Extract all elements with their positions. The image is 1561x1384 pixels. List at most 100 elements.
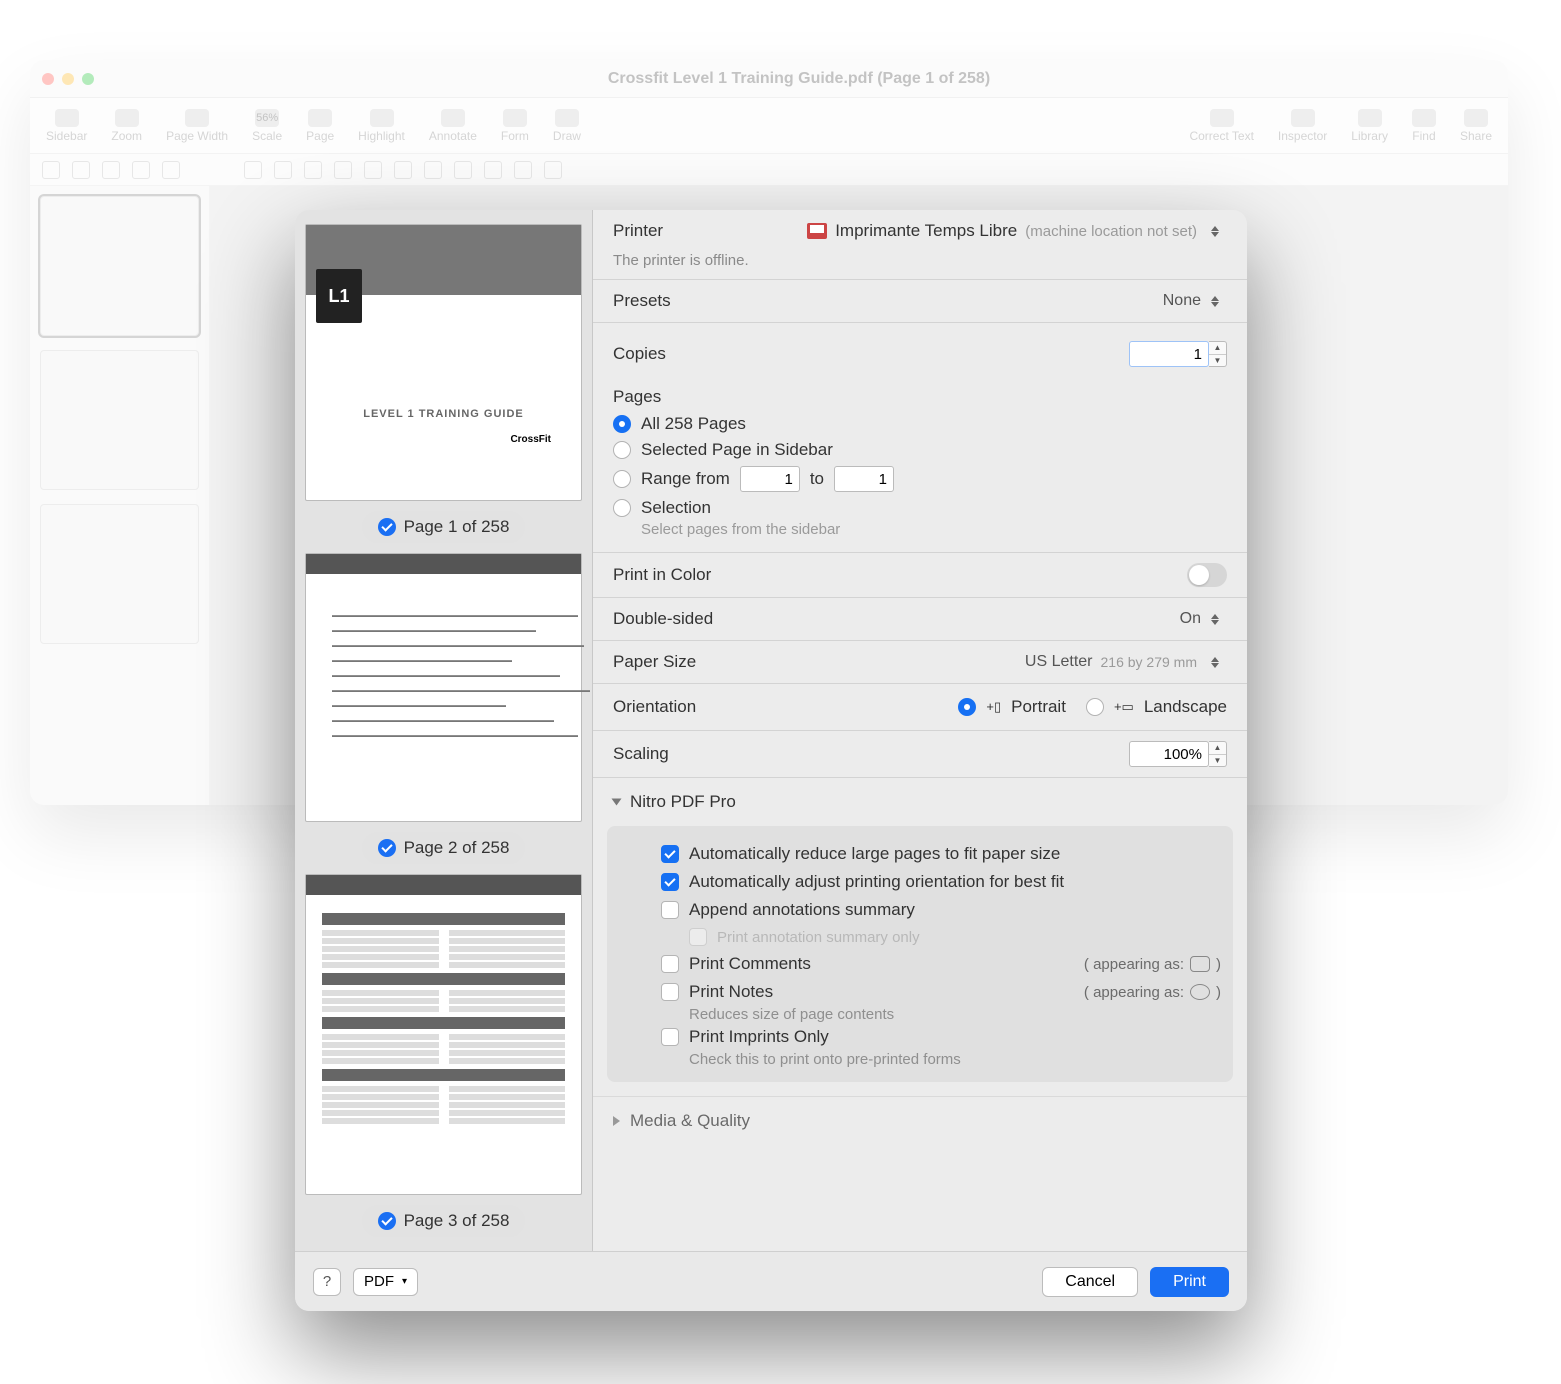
appearing-label: ( appearing as: bbox=[1084, 956, 1184, 973]
format-toolbar bbox=[30, 154, 1508, 186]
orientation-landscape[interactable]: +▭ Landscape bbox=[1086, 694, 1227, 720]
sidebar-thumb[interactable] bbox=[40, 504, 199, 644]
share-icon[interactable] bbox=[1464, 109, 1488, 127]
toolbar-label: Form bbox=[501, 129, 529, 143]
checkbox-icon bbox=[661, 955, 679, 973]
radio-icon bbox=[613, 470, 631, 488]
nitro-disclosure[interactable]: Nitro PDF Pro bbox=[593, 778, 1247, 826]
paper-size-selector[interactable]: US Letter 216 by 279 mm bbox=[1025, 651, 1227, 673]
pages-selected-sidebar-option[interactable]: Selected Page in Sidebar bbox=[613, 437, 1227, 463]
badge-label: Page 3 of 258 bbox=[404, 1211, 510, 1231]
comment-bubble-icon bbox=[1190, 956, 1210, 972]
opt-imprints-only[interactable]: Print Imprints Only bbox=[661, 1023, 1221, 1051]
sidebar-thumb[interactable] bbox=[40, 196, 199, 336]
doc-brand: CrossFit bbox=[510, 434, 551, 445]
page-width-icon[interactable] bbox=[185, 109, 209, 127]
tool-icon[interactable] bbox=[132, 161, 150, 179]
presets-value: None bbox=[1163, 292, 1201, 310]
printer-selector[interactable]: Imprimante Temps Libre (machine location… bbox=[807, 220, 1227, 242]
sidebar-thumb[interactable] bbox=[40, 350, 199, 490]
pages-all-option[interactable]: All 258 Pages bbox=[613, 411, 1227, 437]
preview-page[interactable]: L1 LEVEL 1 TRAINING GUIDE CrossFit bbox=[305, 224, 582, 501]
minimize-window-icon[interactable] bbox=[62, 73, 74, 85]
orientation-portrait[interactable]: +▯ Portrait bbox=[958, 694, 1066, 720]
pdf-dropdown-button[interactable]: PDF ▾ bbox=[353, 1268, 418, 1296]
page-icon[interactable] bbox=[308, 109, 332, 127]
copies-stepper[interactable]: ▲▼ bbox=[1209, 341, 1227, 367]
toolbar-label: Scale bbox=[252, 129, 282, 143]
print-color-toggle[interactable] bbox=[1187, 563, 1227, 587]
inspector-icon[interactable] bbox=[1291, 109, 1315, 127]
zoom-window-icon[interactable] bbox=[82, 73, 94, 85]
tool-icon[interactable] bbox=[42, 161, 60, 179]
sidebar-toggle-icon[interactable] bbox=[55, 109, 79, 127]
copies-input[interactable] bbox=[1129, 341, 1209, 367]
range-to-input[interactable] bbox=[834, 466, 894, 492]
tool-icon[interactable] bbox=[72, 161, 90, 179]
form-icon[interactable] bbox=[503, 109, 527, 127]
zoom-icon[interactable] bbox=[115, 109, 139, 127]
pages-selection-option[interactable]: Selection bbox=[613, 495, 1227, 521]
opt-print-comments[interactable]: Print Comments ( appearing as:) bbox=[661, 950, 1221, 978]
opt-print-notes[interactable]: Print Notes ( appearing as:) bbox=[661, 978, 1221, 1006]
fill-icon[interactable] bbox=[514, 161, 532, 179]
radio-icon bbox=[1086, 698, 1104, 716]
chevron-updown-icon bbox=[1211, 651, 1227, 673]
italic-icon[interactable] bbox=[274, 161, 292, 179]
print-button[interactable]: Print bbox=[1150, 1267, 1229, 1297]
annotate-icon[interactable] bbox=[441, 109, 465, 127]
color-icon[interactable] bbox=[484, 161, 502, 179]
range-from-input[interactable] bbox=[740, 466, 800, 492]
check-icon bbox=[378, 839, 396, 857]
underline-icon[interactable] bbox=[304, 161, 322, 179]
stroke-icon[interactable] bbox=[544, 161, 562, 179]
chevron-updown-icon bbox=[1211, 290, 1227, 312]
toolbar-label: Library bbox=[1351, 129, 1388, 143]
find-icon[interactable] bbox=[1412, 109, 1436, 127]
imprints-hint: Check this to print onto pre-printed for… bbox=[689, 1051, 1221, 1068]
toolbar-label: Zoom bbox=[111, 129, 142, 143]
opt-auto-orient[interactable]: Automatically adjust printing orientatio… bbox=[661, 868, 1221, 896]
print-preview-column: L1 LEVEL 1 TRAINING GUIDE CrossFit Page … bbox=[295, 210, 593, 1251]
highlight-icon[interactable] bbox=[370, 109, 394, 127]
scaling-input[interactable] bbox=[1129, 741, 1209, 767]
media-quality-disclosure[interactable]: Media & Quality bbox=[593, 1096, 1247, 1145]
toolbar-label: Draw bbox=[553, 129, 581, 143]
tool-icon[interactable] bbox=[162, 161, 180, 179]
presets-selector[interactable]: None bbox=[1163, 290, 1227, 312]
opt-auto-reduce[interactable]: Automatically reduce large pages to fit … bbox=[661, 840, 1221, 868]
scale-value[interactable]: 56% bbox=[255, 109, 279, 127]
radio-icon bbox=[613, 499, 631, 517]
option-label: All 258 Pages bbox=[641, 414, 746, 434]
cancel-button[interactable]: Cancel bbox=[1042, 1267, 1138, 1297]
preview-page-badge: Page 2 of 258 bbox=[362, 832, 526, 864]
option-label: Portrait bbox=[1011, 697, 1066, 717]
tool-icon[interactable] bbox=[102, 161, 120, 179]
close-window-icon[interactable] bbox=[42, 73, 54, 85]
opt-annotation-only[interactable]: Print annotation summary only bbox=[689, 924, 1221, 950]
library-icon[interactable] bbox=[1358, 109, 1382, 127]
radio-icon bbox=[958, 698, 976, 716]
align-icon[interactable] bbox=[424, 161, 442, 179]
opt-append-annotations[interactable]: Append annotations summary bbox=[661, 896, 1221, 924]
scaling-stepper[interactable]: ▲▼ bbox=[1209, 741, 1227, 767]
option-label: Print Notes bbox=[689, 982, 773, 1002]
align-icon[interactable] bbox=[364, 161, 382, 179]
badge-label: Page 2 of 258 bbox=[404, 838, 510, 858]
pages-range-option[interactable]: Range from to bbox=[613, 463, 1227, 495]
printer-status: The printer is offline. bbox=[593, 252, 1247, 279]
preview-page[interactable]: ▬▬▬▬▬▬▬▬▬▬▬▬▬▬▬▬▬▬▬▬▬▬▬▬▬▬▬▬▬▬▬▬▬▬▬▬▬▬▬▬… bbox=[305, 553, 582, 822]
bold-icon[interactable] bbox=[244, 161, 262, 179]
option-label: Append annotations summary bbox=[689, 900, 915, 920]
draw-icon[interactable] bbox=[555, 109, 579, 127]
correct-text-icon[interactable] bbox=[1210, 109, 1234, 127]
align-icon[interactable] bbox=[454, 161, 472, 179]
font-icon[interactable] bbox=[334, 161, 352, 179]
paper-size-value: US Letter bbox=[1025, 653, 1093, 671]
preview-page[interactable] bbox=[305, 874, 582, 1195]
double-sided-selector[interactable]: On bbox=[1180, 608, 1227, 630]
sidebar-thumbnails bbox=[30, 186, 210, 805]
toolbar-label: Highlight bbox=[358, 129, 405, 143]
help-button[interactable]: ? bbox=[313, 1268, 341, 1296]
align-icon[interactable] bbox=[394, 161, 412, 179]
